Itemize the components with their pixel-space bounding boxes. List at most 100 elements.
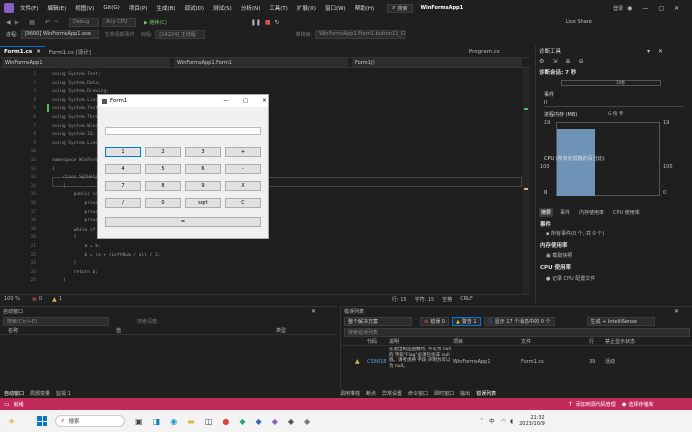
visual-studio-icon[interactable]: ◆ [272,417,278,426]
maximize-icon[interactable]: ▢ [658,5,664,12]
zoom-in-icon[interactable]: ⊕ [565,58,570,65]
close-icon[interactable]: ✕ [674,308,679,315]
calc-button[interactable]: / [105,198,141,208]
tool-tab[interactable]: 输出 [460,390,470,397]
menu-item[interactable]: Git(G) [103,5,120,11]
calc-button[interactable]: sqrt [185,198,221,208]
add-source-control[interactable]: 添加到源代码管理 [576,401,616,408]
take-snapshot-button[interactable]: ▣ 截取快照 [546,252,572,259]
tool-tab[interactable]: 异常设置 [382,390,402,397]
volume-icon[interactable]: ◖ [510,418,513,425]
pause-icon[interactable]: ❚❚ [251,19,261,26]
forward-icon[interactable]: ▶ [15,19,20,26]
lifecycle-button[interactable]: 生命周期事件 [105,31,135,38]
tool-tab[interactable]: 监视 1 [56,390,71,397]
live-share-button[interactable]: Live Share [566,19,592,25]
close-icon[interactable]: ✕ [262,98,267,104]
calc-button[interactable]: C [225,198,261,208]
col-line[interactable]: 行 [589,338,605,345]
error-code[interactable]: CS8618 [367,359,389,365]
tab-form1-cs[interactable]: Form1.cs ✕ [0,46,45,57]
zoom-out-icon[interactable]: ⊖ [578,58,583,65]
col-code[interactable]: 代码 [367,338,389,345]
process-dropdown[interactable]: [9600] WinFormsApp1.exe [20,29,99,39]
pin-icon[interactable]: ▾ [647,48,650,55]
zoom-level[interactable]: 100 % [4,296,20,302]
chrome-icon[interactable]: ● [222,417,229,426]
widgets-icon[interactable]: ◨ [153,417,161,426]
equals-button[interactable]: = [105,217,261,227]
calc-button[interactable]: 3 [185,147,221,157]
calc-button[interactable]: X [225,181,261,191]
edge-icon[interactable]: ◉ [170,417,177,426]
menu-item[interactable]: 调试(D) [185,4,205,12]
menu-item[interactable]: 工具(T) [269,4,288,12]
diag-tab[interactable]: 事件 [558,208,572,217]
form1-window[interactable]: Form1 — ▢ ✕ 1 2 3 +4 5 6 - 7 8 9 X / 0 sqrt C = [97,94,269,239]
menu-item[interactable]: 扩展(X) [297,4,316,12]
calc-button[interactable]: 8 [145,181,181,191]
app-icon[interactable]: ◆ [304,417,310,426]
export-icon[interactable]: ⇲ [552,58,557,65]
warning-count[interactable]: 1 [59,296,62,302]
stop-icon[interactable]: ■ [265,19,271,26]
warnings-filter[interactable]: ▲ 警告 1 [451,317,481,326]
record-cpu-button[interactable]: ● 记录 CPU 配置文件 [546,275,595,282]
error-search-input[interactable]: 搜索错误列表 [344,328,690,337]
minimize-icon[interactable]: — [223,98,229,104]
tool-tab[interactable]: 即时窗口 [434,390,454,397]
tool-tab[interactable]: 命令窗口 [408,390,428,397]
start-button[interactable] [37,416,48,426]
tool-tab[interactable]: 断点 [366,390,376,397]
continue-button[interactable]: ▶ 继续(C) [144,19,167,26]
taskbar-search[interactable]: ⌕ 搜索 [55,415,126,427]
scope-dropdown[interactable]: 整个解决方案 [344,317,412,326]
undo-icon[interactable]: ↶ [45,19,50,26]
calc-button[interactable]: - [225,164,261,174]
vertical-scrollbar[interactable] [522,68,530,294]
error-row[interactable]: ▲ CS8618 在退出构造函数时, 不可为 null 的 字段"Flag"必须… [341,346,692,377]
minimize-icon[interactable]: — [642,5,648,12]
app-icon[interactable]: ◆ [239,417,245,426]
indent-mode[interactable]: 空格 [442,296,452,303]
error-count[interactable]: 0 [39,296,42,302]
app-icon[interactable]: ◆ [288,417,294,426]
tool-tab[interactable]: 局部变量 [30,390,50,397]
errors-filter[interactable]: ⊗ 错误 0 [420,317,449,326]
close-icon[interactable]: ✕ [674,5,679,12]
config-dropdown[interactable]: Debug [68,17,99,27]
maximize-icon[interactable]: ▢ [243,98,248,104]
calc-button[interactable]: 0 [145,198,181,208]
col-name[interactable]: 名称 [8,327,116,334]
class-dropdown[interactable]: WinFormsApp1.Form1 [174,58,348,67]
tray-chevron-icon[interactable]: ˄ [480,418,483,425]
calc-button[interactable]: 9 [185,181,221,191]
all-events-link[interactable]: ▪ 所有事件(0 个, 共 0 个) [546,230,604,237]
col-description[interactable]: 说明 [389,338,453,345]
app-icon[interactable]: ◆ [256,417,262,426]
col-value[interactable]: 值 [116,327,276,334]
form1-titlebar[interactable]: Form1 — ▢ ✕ [98,95,268,107]
tool-tab[interactable]: 自动窗口 [4,390,24,397]
line-ending[interactable]: CRLF [460,296,473,302]
tool-tab[interactable]: 错误列表 [476,390,496,397]
menu-item[interactable]: 生成(B) [156,4,175,12]
diag-tab[interactable]: 摘要 [539,208,554,217]
close-icon[interactable]: ✕ [311,308,316,315]
explorer-icon[interactable]: ▬ [187,417,195,426]
col-project[interactable]: 项目 [453,338,521,345]
tab-program-cs[interactable]: Program.cs [465,46,504,57]
ime-indicator[interactable]: 中 [489,417,495,425]
login-link[interactable]: 登录 [613,5,623,12]
calc-button[interactable]: + [225,147,261,157]
restart-icon[interactable]: ↻ [275,19,280,26]
clock[interactable]: 21:32 2023/10/9 [519,415,545,427]
menu-item[interactable]: 窗口(W) [325,4,346,12]
select-repo[interactable]: 选择存储库 [628,401,653,408]
settings-icon[interactable]: ⚙ [539,58,544,65]
weather-icon[interactable]: ☀ [8,417,15,426]
calc-button[interactable]: 1 [105,147,141,157]
menu-item[interactable]: 项目(P) [129,4,148,12]
diag-tab[interactable]: 内存使用率 [577,208,606,217]
display-textbox[interactable] [105,127,261,135]
